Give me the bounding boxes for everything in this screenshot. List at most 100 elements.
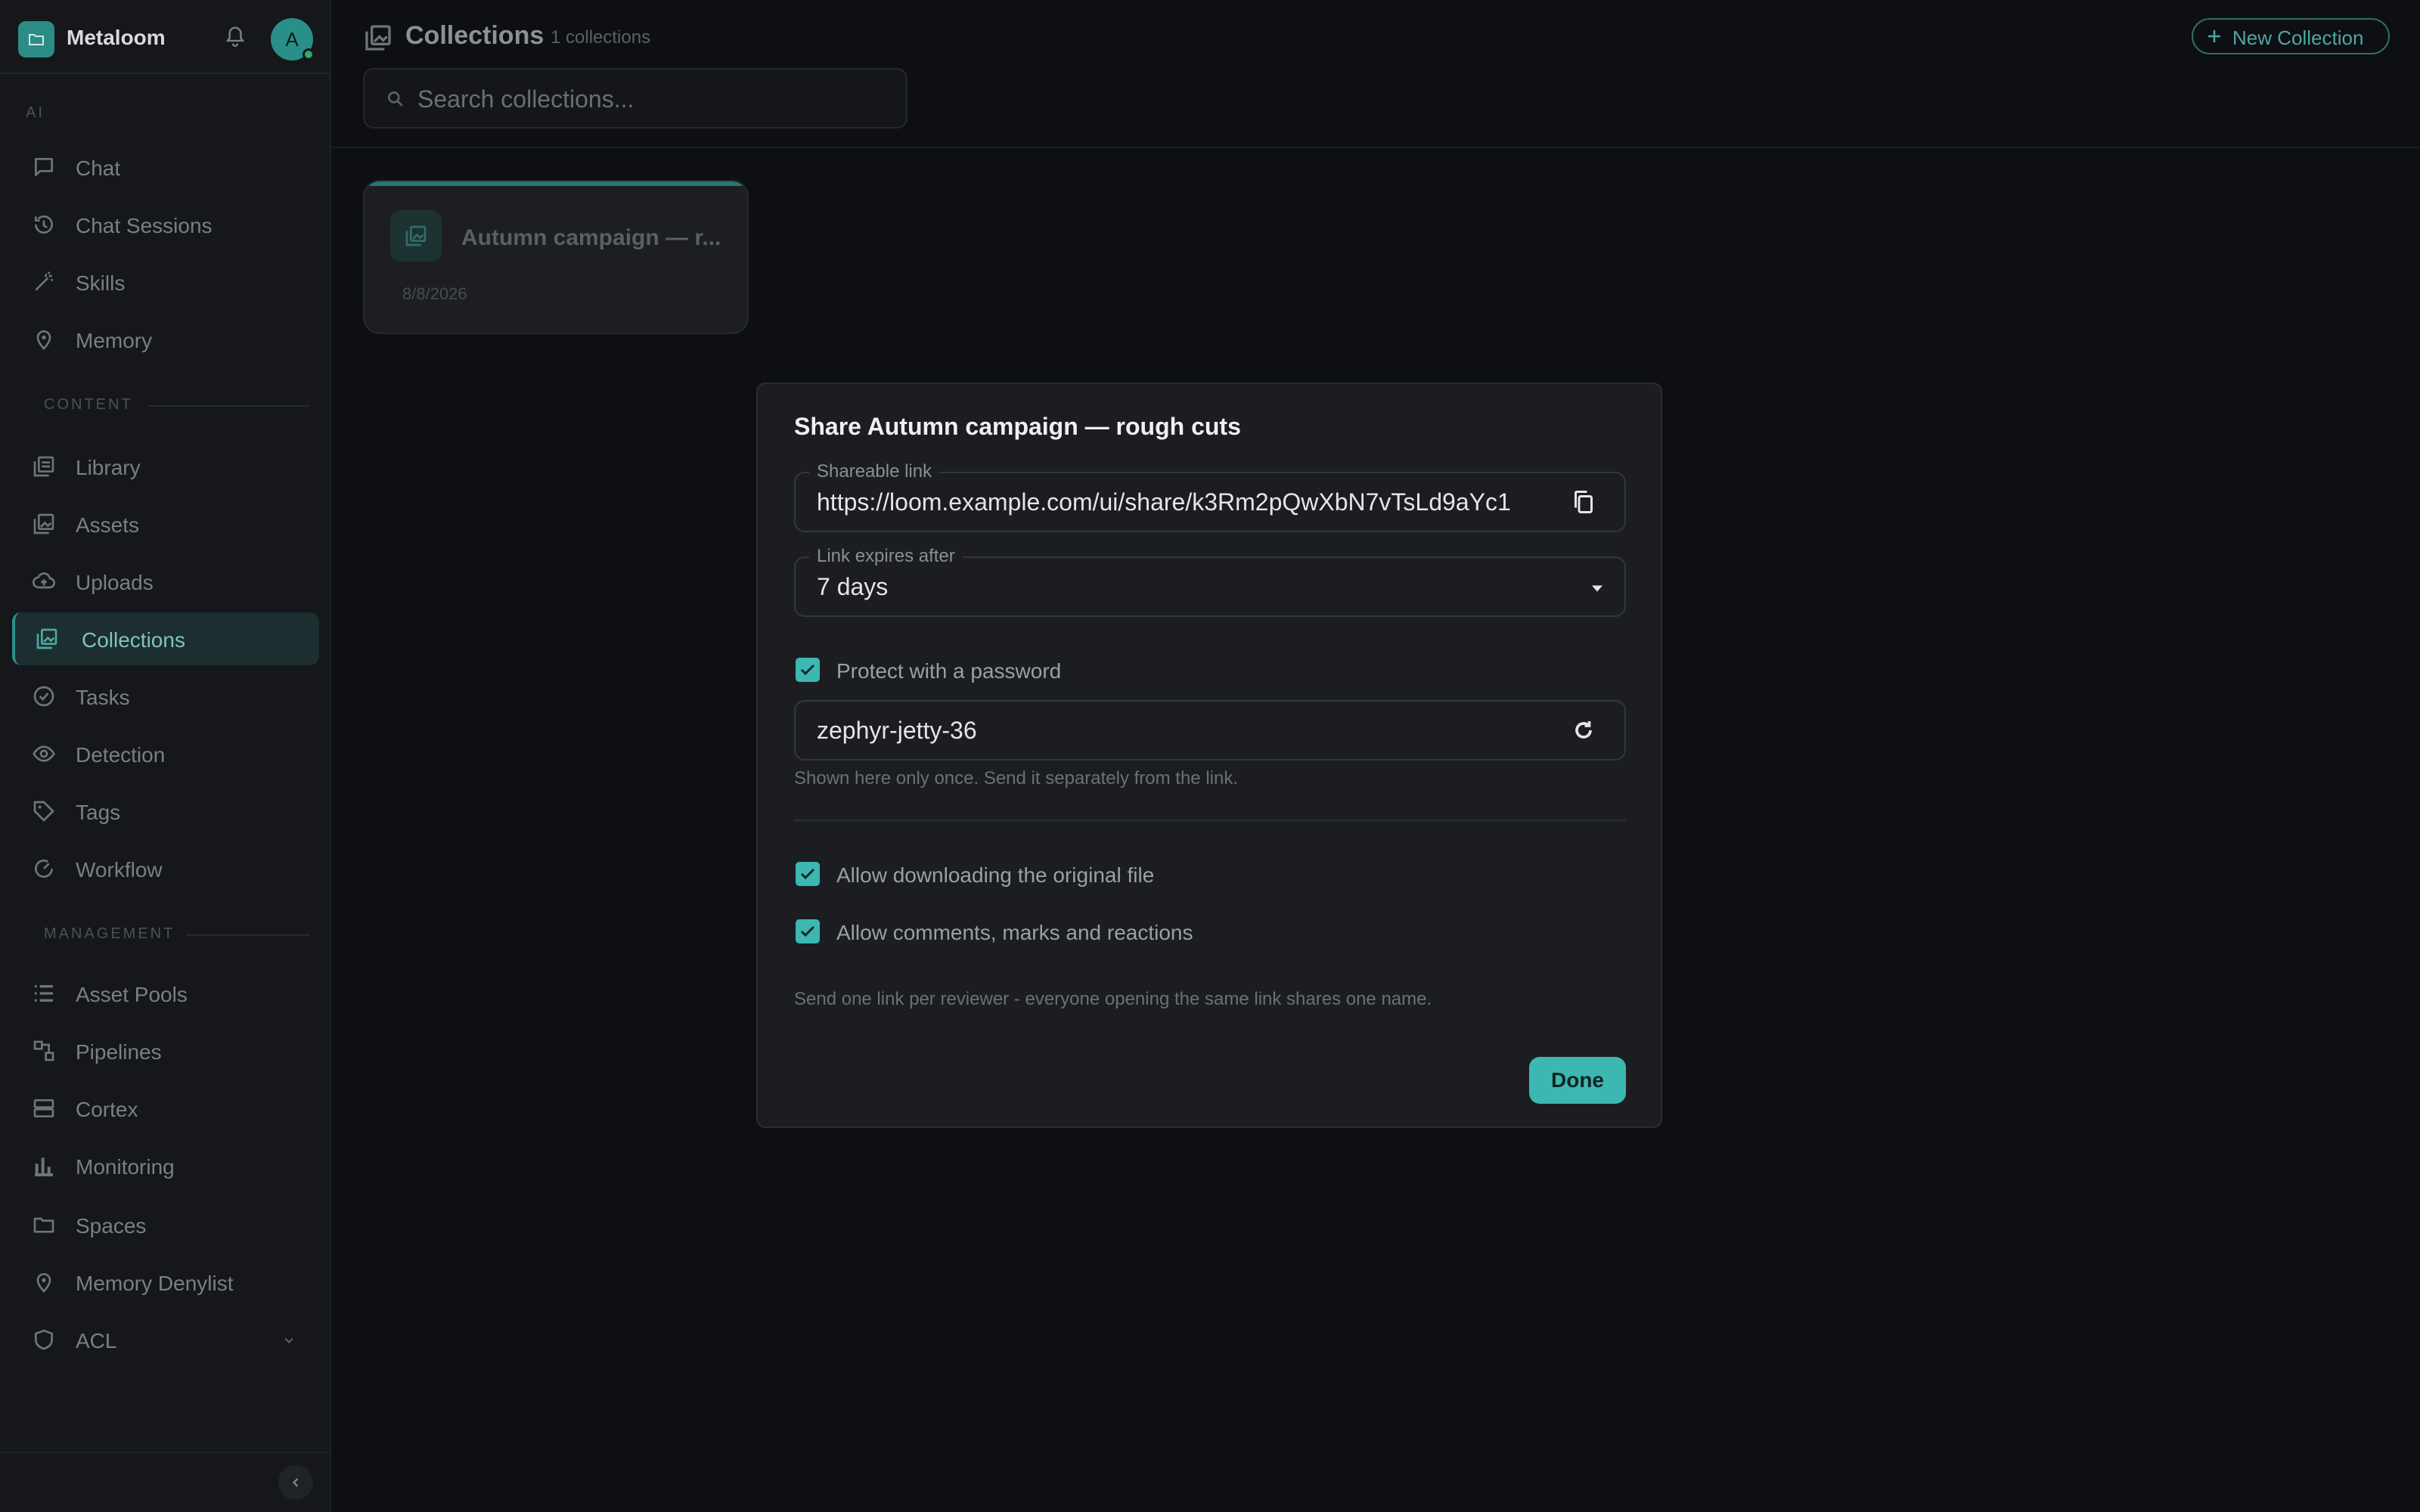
sidebar-item-chat-sessions[interactable]: Chat Sessions [12,198,319,251]
sidebar-item-label: Tasks [76,686,130,709]
sidebar-item-label: Library [76,456,141,479]
refresh-icon[interactable] [1570,717,1597,744]
pipeline-icon [32,1039,56,1063]
link-expiry-label: Link expires after [809,546,963,567]
shareable-link-field[interactable]: Shareable link https://loom.example.com/… [794,461,1626,532]
memory-pin-icon [32,1270,56,1294]
section-label-content: CONTENT [44,396,133,413]
folder-icon [32,1213,56,1237]
sidebar-item-label: Workflow [76,858,163,881]
sidebar-item-spaces[interactable]: Spaces [12,1198,319,1251]
sidebar-item-uploads[interactable]: Uploads [12,555,319,608]
copy-icon[interactable] [1570,488,1597,516]
reviewer-note: Send one link per reviewer - everyone op… [794,989,1432,1009]
collection-date: 8/8/2026 [402,284,467,303]
new-collection-label: New Collection [2232,26,2364,49]
collection-card[interactable]: Autumn campaign — r... 8/8/2026 [363,180,749,334]
sidebar-item-label: Pipelines [76,1040,162,1064]
shareable-link-label: Shareable link [809,461,940,482]
library-icon [32,454,56,479]
search-input[interactable] [417,83,886,115]
section-label-management: MANAGEMENT [44,925,175,942]
task-check-icon [32,684,56,708]
collection-title: Autumn campaign — r... [461,225,721,250]
section-divider [148,405,310,407]
sidebar-item-label: Monitoring [76,1155,175,1179]
dialog-divider [794,820,1626,821]
link-expiry-value: 7 days [817,573,889,600]
sidebar-item-collections[interactable]: Collections [12,612,319,665]
collection-count: 1 collections [551,27,651,48]
metaloom-logo-icon[interactable] [18,21,54,57]
password-checkbox[interactable] [796,658,820,682]
sidebar-item-library[interactable]: Library [12,440,319,493]
bell-icon[interactable] [224,25,247,49]
server-icon [32,1096,56,1120]
page-title: Collections [405,21,544,50]
sidebar-item-label: Detection [76,743,166,767]
sidebar-item-acl[interactable]: ACL [12,1313,319,1366]
sidebar-item-label: Memory [76,329,153,352]
sidebar-item-label: Skills [76,271,126,295]
cloud-upload-icon [32,569,56,593]
app-name: Metaloom [67,26,166,49]
sidebar-item-assets[interactable]: Assets [12,497,319,550]
sidebar-item-workflow[interactable]: Workflow [12,842,319,895]
done-button[interactable]: Done [1529,1057,1626,1104]
sidebar-item-tasks[interactable]: Tasks [12,670,319,723]
image-stack-icon [32,512,56,536]
dialog-title: Share Autumn campaign — rough cuts [794,413,1241,440]
shareable-link-value[interactable]: https://loom.example.com/ui/share/k3Rm2p… [817,488,1511,516]
sidebar-item-tags[interactable]: Tags [12,785,319,838]
sidebar-item-cortex[interactable]: Cortex [12,1082,319,1135]
comments-checkbox-label[interactable]: Allow comments, marks and reactions [836,921,1193,945]
chat-bubble-icon [32,155,56,179]
shield-icon [32,1328,56,1352]
sidebar-item-detection[interactable]: Detection [12,727,319,780]
sidebar-item-memory-denylist[interactable]: Memory Denylist [12,1256,319,1309]
bar-chart-icon [32,1154,56,1178]
sidebar-item-label: Chat [76,156,121,180]
sidebar-item-asset-pools[interactable]: Asset Pools [12,967,319,1020]
search-box[interactable] [363,68,908,129]
download-checkbox[interactable] [796,862,820,886]
sidebar-item-label: Memory Denylist [76,1272,234,1295]
sidebar-footer-divider [0,1452,330,1453]
collapse-sidebar-button[interactable] [278,1465,313,1500]
link-expiry-select[interactable]: Link expires after 7 days [794,546,1626,617]
sidebar-item-label: ACL [76,1329,117,1352]
section-divider [186,934,310,936]
section-label-ai: AI [26,104,45,121]
sidebar: Metaloom A AI Chat Chat Sessions Skills … [0,0,331,1512]
brand-header: Metaloom A [0,0,330,74]
workflow-icon [32,857,56,881]
sidebar-item-chat[interactable]: Chat [12,141,319,194]
memory-pin-icon [32,327,56,352]
eye-icon [32,742,56,766]
password-field[interactable]: zephyr-jetty-36 [794,700,1626,761]
sidebar-item-pipelines[interactable]: Pipelines [12,1024,319,1077]
share-dialog: Share Autumn campaign — rough cuts Share… [756,383,1662,1128]
download-checkbox-label[interactable]: Allow downloading the original file [836,863,1154,888]
sidebar-item-label: Uploads [76,571,154,594]
list-icon [32,981,56,1005]
chevron-down-icon[interactable] [281,1333,296,1348]
sidebar-item-skills[interactable]: Skills [12,256,319,308]
sidebar-item-label: Collections [82,628,185,652]
collections-icon [35,627,59,651]
online-status-dot [302,48,315,60]
sidebar-item-memory[interactable]: Memory [12,313,319,366]
card-accent-bar [365,181,747,186]
sidebar-item-label: Spaces [76,1214,147,1238]
collections-icon [363,23,393,53]
sidebar-item-label: Assets [76,513,140,537]
comments-checkbox[interactable] [796,919,820,943]
password-value[interactable]: zephyr-jetty-36 [817,717,977,745]
tag-icon [32,799,56,823]
password-checkbox-label[interactable]: Protect with a password [836,659,1061,683]
magic-wand-icon [32,270,56,294]
new-collection-button[interactable]: New Collection [2192,18,2390,54]
sidebar-item-monitoring[interactable]: Monitoring [12,1139,319,1192]
collection-thumbnail [390,210,442,262]
page-header: Collections 1 collections New Collection [331,0,2420,148]
